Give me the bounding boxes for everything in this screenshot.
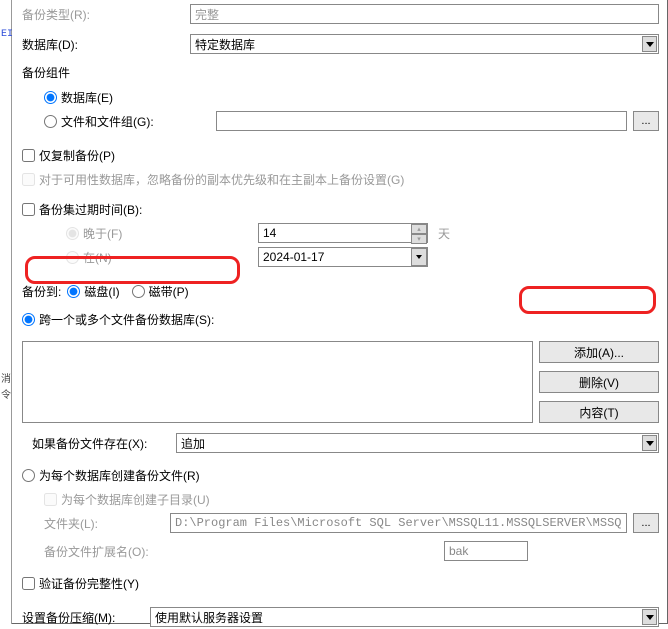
availability-note-checkbox: 对于可用性数据库，忽略备份的副本优先级和在主副本上备份设置(G): [22, 171, 404, 188]
folder-input[interactable]: [170, 513, 627, 533]
component-database-label: 数据库(E): [61, 89, 113, 106]
verify-label: 验证备份完整性(Y): [39, 575, 139, 592]
if-file-exists-value: [176, 433, 659, 453]
database-select[interactable]: [190, 34, 659, 54]
folder-browse-button[interactable]: ...: [633, 513, 659, 533]
backup-type-value: [190, 4, 659, 24]
dest-tape-label: 磁带(P): [149, 283, 189, 300]
add-button[interactable]: 添加(A)...: [539, 341, 659, 363]
subdir-checkbox: 为每个数据库创建子目录(U): [44, 491, 210, 508]
expiry-on-label: 在(N): [83, 249, 112, 266]
contents-button[interactable]: 内容(T): [539, 401, 659, 423]
expiry-days-unit: 天: [438, 225, 450, 242]
span-files-radio[interactable]: 跨一个或多个文件备份数据库(S):: [22, 311, 214, 328]
left-marker: EI: [1, 29, 13, 40]
backup-file-list[interactable]: [22, 341, 533, 423]
component-database-radio[interactable]: 数据库(E): [44, 89, 113, 106]
remove-button[interactable]: 删除(V): [539, 371, 659, 393]
ext-input[interactable]: [444, 541, 528, 561]
folder-label: 文件夹(L):: [44, 515, 170, 532]
left-text-2: 令: [1, 386, 11, 401]
filegroup-browse-button[interactable]: ...: [633, 111, 659, 131]
database-value: [190, 34, 659, 54]
calendar-dropdown-icon[interactable]: [411, 248, 427, 266]
ext-label: 备份文件扩展名(O):: [44, 543, 444, 560]
span-files-label: 跨一个或多个文件备份数据库(S):: [39, 311, 214, 328]
left-vertical-bar: EI 消 令: [0, 0, 12, 624]
availability-note-label: 对于可用性数据库，忽略备份的副本优先级和在主副本上备份设置(G): [39, 171, 404, 188]
dest-disk-label: 磁盘(I): [84, 283, 119, 300]
backup-type-select[interactable]: [190, 4, 659, 24]
verify-checkbox[interactable]: 验证备份完整性(Y): [22, 575, 139, 592]
component-filegroup-radio[interactable]: 文件和文件组(G):: [44, 113, 204, 130]
if-file-exists-label: 如果备份文件存在(X):: [32, 435, 176, 452]
if-file-exists-select[interactable]: [176, 433, 659, 453]
copy-only-checkbox[interactable]: 仅复制备份(P): [22, 147, 115, 164]
subdir-label: 为每个数据库创建子目录(U): [61, 491, 210, 508]
spinner-icon[interactable]: ▴▾: [411, 224, 427, 242]
component-filegroup-label: 文件和文件组(G):: [61, 113, 154, 130]
compress-label: 设置备份压缩(M):: [22, 609, 150, 626]
backup-to-label: 备份到:: [22, 283, 61, 300]
expiry-after-label: 晚于(F): [83, 225, 122, 242]
expiry-on-radio: 在(N): [66, 249, 246, 266]
components-title: 备份组件: [22, 64, 659, 81]
compress-value: [150, 607, 659, 627]
filegroup-input[interactable]: [216, 111, 627, 131]
compress-select[interactable]: [150, 607, 659, 627]
per-db-label: 为每个数据库创建备份文件(R): [39, 467, 200, 484]
backup-type-label: 备份类型(R):: [22, 6, 190, 23]
expiry-days-input[interactable]: [258, 223, 428, 243]
dest-disk-radio[interactable]: 磁盘(I): [67, 283, 119, 300]
dest-tape-radio[interactable]: 磁带(P): [132, 283, 189, 300]
per-db-radio[interactable]: 为每个数据库创建备份文件(R): [22, 467, 200, 484]
expiry-date-input[interactable]: [258, 247, 428, 267]
database-label: 数据库(D):: [22, 36, 190, 53]
expiry-after-radio: 晚于(F): [66, 225, 246, 242]
copy-only-label: 仅复制备份(P): [39, 147, 115, 164]
left-text-1: 消: [1, 370, 11, 385]
expiry-label: 备份集过期时间(B):: [39, 201, 142, 218]
expiry-checkbox[interactable]: 备份集过期时间(B):: [22, 201, 142, 218]
